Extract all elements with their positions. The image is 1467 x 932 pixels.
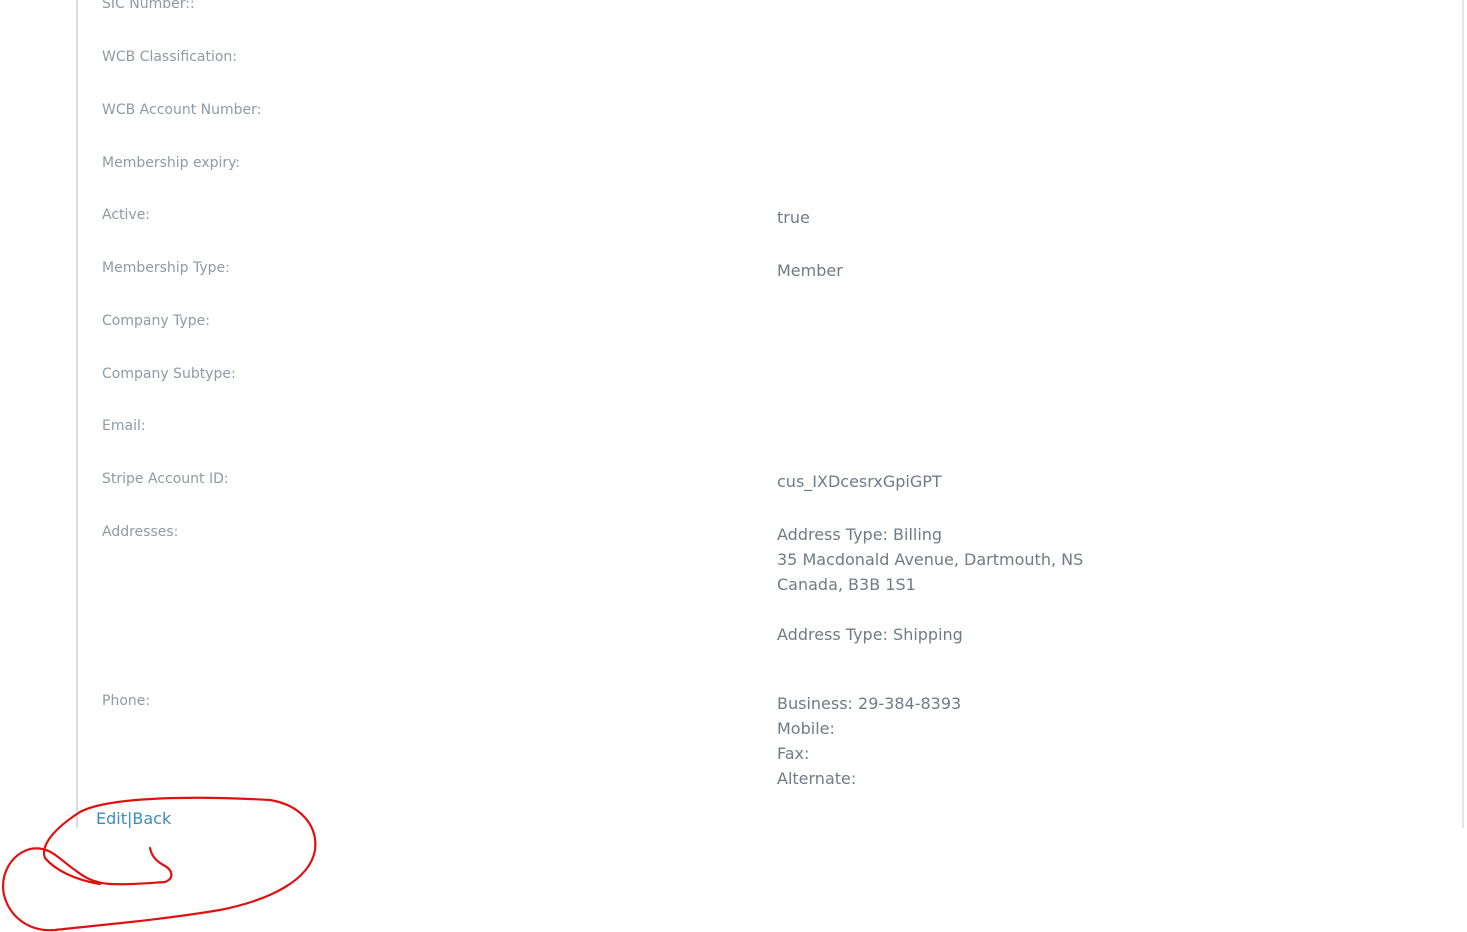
detail-label: Phone:	[102, 693, 151, 709]
detail-value-line: Alternate:	[777, 769, 857, 788]
action-links: Edit|Back	[96, 809, 171, 828]
detail-value: Business: 29-384-8393 Mobile: Fax: Alternat…	[777, 691, 961, 791]
detail-label: Active:	[102, 207, 151, 223]
detail-value-line: Address Type: Shipping	[777, 625, 963, 644]
detail-label: WCB Account Number:	[102, 102, 262, 118]
page: SIC Number:: WCB Classification:WCB Accou…	[0, 0, 1467, 932]
detail-label: Company Type:	[102, 313, 210, 329]
edit-link[interactable]: Edit	[96, 809, 127, 828]
detail-label: Membership expiry:	[102, 155, 241, 171]
detail-value-line: Business: 29-384-8393	[777, 694, 962, 713]
detail-value: Address Type: Billing 35 Macdonald Avenue…	[777, 522, 1083, 647]
detail-value: Member	[777, 258, 843, 283]
detail-value-line: cus_IXDcesrxGpiGPT	[777, 472, 942, 491]
detail-label: Stripe Account ID:	[102, 471, 229, 487]
detail-label: Company Subtype:	[102, 366, 236, 382]
detail-value-line: Fax:	[777, 744, 810, 763]
detail-value-line: Address Type: Billing	[777, 525, 943, 544]
back-link[interactable]: Back	[132, 809, 171, 828]
detail-value-line: 35 Macdonald Avenue, Dartmouth, NS	[777, 550, 1084, 569]
detail-value: true	[777, 205, 810, 230]
detail-label: WCB Classification:	[102, 49, 238, 65]
detail-label: Email:	[102, 418, 146, 434]
detail-value-line: true	[777, 208, 810, 227]
detail-value: cus_IXDcesrxGpiGPT	[777, 469, 942, 494]
details-panel	[76, 0, 1464, 828]
detail-label: SIC Number::	[102, 0, 195, 12]
value-spacer	[777, 597, 1083, 622]
detail-value-line: Canada, B3B 1S1	[777, 575, 916, 594]
detail-value-line: Member	[777, 261, 843, 280]
detail-value-line: Mobile:	[777, 719, 835, 738]
detail-label: Membership Type:	[102, 260, 230, 276]
detail-label: Addresses:	[102, 524, 179, 540]
